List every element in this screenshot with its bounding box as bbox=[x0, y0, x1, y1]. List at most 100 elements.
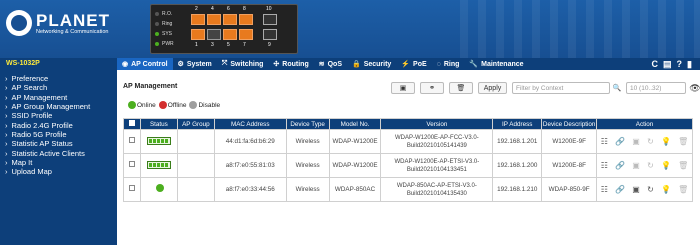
refresh-icon[interactable]: ↻ bbox=[647, 137, 654, 146]
link-icon[interactable]: 🔗 bbox=[615, 185, 625, 194]
sidebar-item-upload-map[interactable]: › Upload Map bbox=[0, 167, 117, 176]
legend-label: Offline bbox=[167, 101, 187, 109]
sidebar-item-ssid-profile[interactable]: › SSID Profile bbox=[0, 111, 117, 120]
online-status-icon bbox=[155, 184, 164, 192]
settings-icon[interactable]: ☷ bbox=[601, 185, 608, 194]
filter-input[interactable]: Filter by Context bbox=[512, 82, 610, 94]
port-8[interactable] bbox=[239, 14, 253, 25]
bulb-icon[interactable]: 💡 bbox=[661, 185, 671, 194]
bulb-icon[interactable]: 💡 bbox=[661, 137, 671, 146]
ap-table: Status AP Group MAC Address Device Type Mode… bbox=[123, 118, 693, 202]
model-name: WS-1032P bbox=[6, 60, 40, 67]
main-content: AP Management Online Offline Disable ▣ ⚭ 🗑… bbox=[117, 70, 700, 245]
planet-logo: PLANET Networking & Communication bbox=[6, 10, 110, 36]
save-config-button[interactable]: ▣ bbox=[391, 82, 415, 94]
port-6[interactable] bbox=[223, 14, 237, 25]
port-9[interactable] bbox=[263, 29, 277, 40]
save-icon[interactable]: ▣ bbox=[632, 185, 640, 194]
poe-icon: ⚡ bbox=[401, 61, 411, 68]
menu-ring[interactable]: ◌ Ring bbox=[432, 58, 465, 70]
sidebar-item-ap-management[interactable]: › AP Management bbox=[0, 93, 117, 102]
menu-label: AP Control bbox=[131, 60, 168, 68]
port-3[interactable] bbox=[207, 29, 221, 40]
row-checkbox[interactable] bbox=[128, 137, 135, 143]
table-row[interactable]: a8:f7:e0:33:44:56 Wireless WDAP-850AC WDAP-… bbox=[123, 177, 693, 202]
refresh-icon[interactable]: ↻ bbox=[647, 185, 654, 194]
sidebar-item-ap-group-management[interactable]: › AP Group Management bbox=[0, 102, 117, 111]
menu-qos[interactable]: ≋ QoS bbox=[314, 58, 347, 70]
sidebar-item-radio-5g-profile[interactable]: › Radio 5G Profile bbox=[0, 130, 117, 139]
sidebar-item-statistic-ap-status[interactable]: › Statistic AP Status bbox=[0, 139, 117, 148]
trash-icon[interactable]: 🗑 bbox=[678, 137, 688, 146]
refresh-icon[interactable]: C bbox=[652, 59, 659, 69]
menu-routing[interactable]: ✣ Routing bbox=[268, 58, 313, 70]
menu-poe[interactable]: ⚡ PoE bbox=[396, 58, 431, 70]
save-icon[interactable]: ▤ bbox=[663, 59, 672, 70]
chevron-right-icon: › bbox=[5, 111, 8, 121]
menu-system[interactable]: ⚙ System bbox=[173, 58, 217, 70]
sidebar: › Preference › AP Search › AP Management › AP G… bbox=[0, 70, 117, 245]
rows-per-page-input[interactable]: 10 (10..32) bbox=[626, 82, 686, 94]
help-icon[interactable]: ? bbox=[677, 59, 683, 69]
trash-icon[interactable]: 🗑 bbox=[678, 161, 688, 170]
planet-logo-mark bbox=[6, 10, 32, 36]
status-legend: Online Offline Disable bbox=[125, 101, 220, 109]
link-button[interactable]: ⚭ bbox=[420, 82, 444, 94]
row-checkbox[interactable] bbox=[128, 161, 135, 167]
port-2[interactable] bbox=[191, 14, 205, 25]
column-header: Model No. bbox=[328, 118, 382, 130]
bulb-icon[interactable]: 💡 bbox=[661, 161, 671, 170]
port-10[interactable] bbox=[263, 14, 277, 25]
row-select-cell bbox=[123, 153, 141, 178]
cell-version: WDAP-W1200E-AP-FCC-V3.0-Build20210105141… bbox=[380, 129, 494, 154]
cell-type: Wireless bbox=[285, 177, 330, 202]
sidebar-item-statistic-active-clients[interactable]: › Statistic Active Clients bbox=[0, 148, 117, 158]
device-panel: R.O. Ring SYS PWR 2 4 6 8 10 1 3 5 7 9 bbox=[150, 4, 298, 54]
sidebar-item-label: Statistic AP Status bbox=[11, 139, 73, 149]
lock-icon: 🔒 bbox=[351, 61, 361, 68]
search-icon[interactable]: 🔍 bbox=[612, 82, 622, 94]
link-icon[interactable]: 🔗 bbox=[615, 137, 625, 146]
apply-button[interactable]: Apply bbox=[478, 82, 507, 94]
led-sys: SYS bbox=[155, 29, 174, 39]
header-tools: C ▤ ? ▮ bbox=[647, 59, 700, 70]
table-row[interactable]: 44:d1:fa:6d:b6:29 Wireless WDAP-W1200E WDAP… bbox=[123, 129, 693, 154]
menu-label: System bbox=[186, 60, 212, 68]
cell-type: Wireless bbox=[285, 129, 330, 154]
menu-ap-control[interactable]: ◉ AP Control bbox=[117, 58, 173, 70]
chevron-right-icon: › bbox=[5, 139, 8, 149]
save-icon[interactable]: ▣ bbox=[632, 137, 640, 146]
save-icon[interactable]: ▣ bbox=[632, 161, 640, 170]
column-header[interactable] bbox=[123, 118, 141, 130]
column-header: Status bbox=[139, 118, 178, 130]
settings-icon[interactable]: ☷ bbox=[601, 137, 608, 146]
delete-button[interactable]: 🗑 bbox=[449, 82, 473, 94]
legend-label: Disable bbox=[198, 101, 221, 109]
eye-icon[interactable]: 👁 bbox=[689, 82, 700, 94]
port-4[interactable] bbox=[207, 14, 221, 25]
port-7[interactable] bbox=[239, 29, 253, 40]
sidebar-item-ap-search[interactable]: › AP Search bbox=[0, 83, 117, 92]
sidebar-item-preference[interactable]: › Preference bbox=[0, 74, 117, 83]
cell-group bbox=[176, 177, 215, 202]
port-1[interactable] bbox=[191, 29, 205, 40]
menu-security[interactable]: 🔒 Security bbox=[347, 58, 396, 70]
table-header-row: Status AP Group MAC Address Device Type Mode… bbox=[123, 118, 693, 130]
logout-icon[interactable]: ▮ bbox=[687, 59, 692, 70]
sidebar-item-map-it[interactable]: › Map It bbox=[0, 158, 117, 167]
refresh-icon[interactable]: ↻ bbox=[647, 161, 654, 170]
menu-maintenance[interactable]: 🔧 Maintenance bbox=[464, 58, 528, 70]
sidebar-item-radio-2-4g-profile[interactable]: › Radio 2.4G Profile bbox=[0, 120, 117, 130]
chevron-right-icon: › bbox=[5, 74, 8, 84]
port-5[interactable] bbox=[223, 29, 237, 40]
legend-label: Online bbox=[137, 101, 156, 109]
link-icon[interactable]: 🔗 bbox=[615, 161, 625, 170]
settings-icon[interactable]: ☷ bbox=[601, 161, 608, 170]
table-row[interactable]: a8:f7:e0:55:81:03 Wireless WDAP-W1200E WDAP… bbox=[123, 153, 693, 178]
select-all-checkbox[interactable] bbox=[128, 120, 135, 126]
menu-switching[interactable]: ⤧ Switching bbox=[217, 58, 269, 70]
trash-icon[interactable]: 🗑 bbox=[678, 185, 688, 194]
sidebar-item-label: AP Search bbox=[11, 83, 48, 93]
row-checkbox[interactable] bbox=[128, 185, 135, 191]
status-cell bbox=[139, 177, 178, 202]
